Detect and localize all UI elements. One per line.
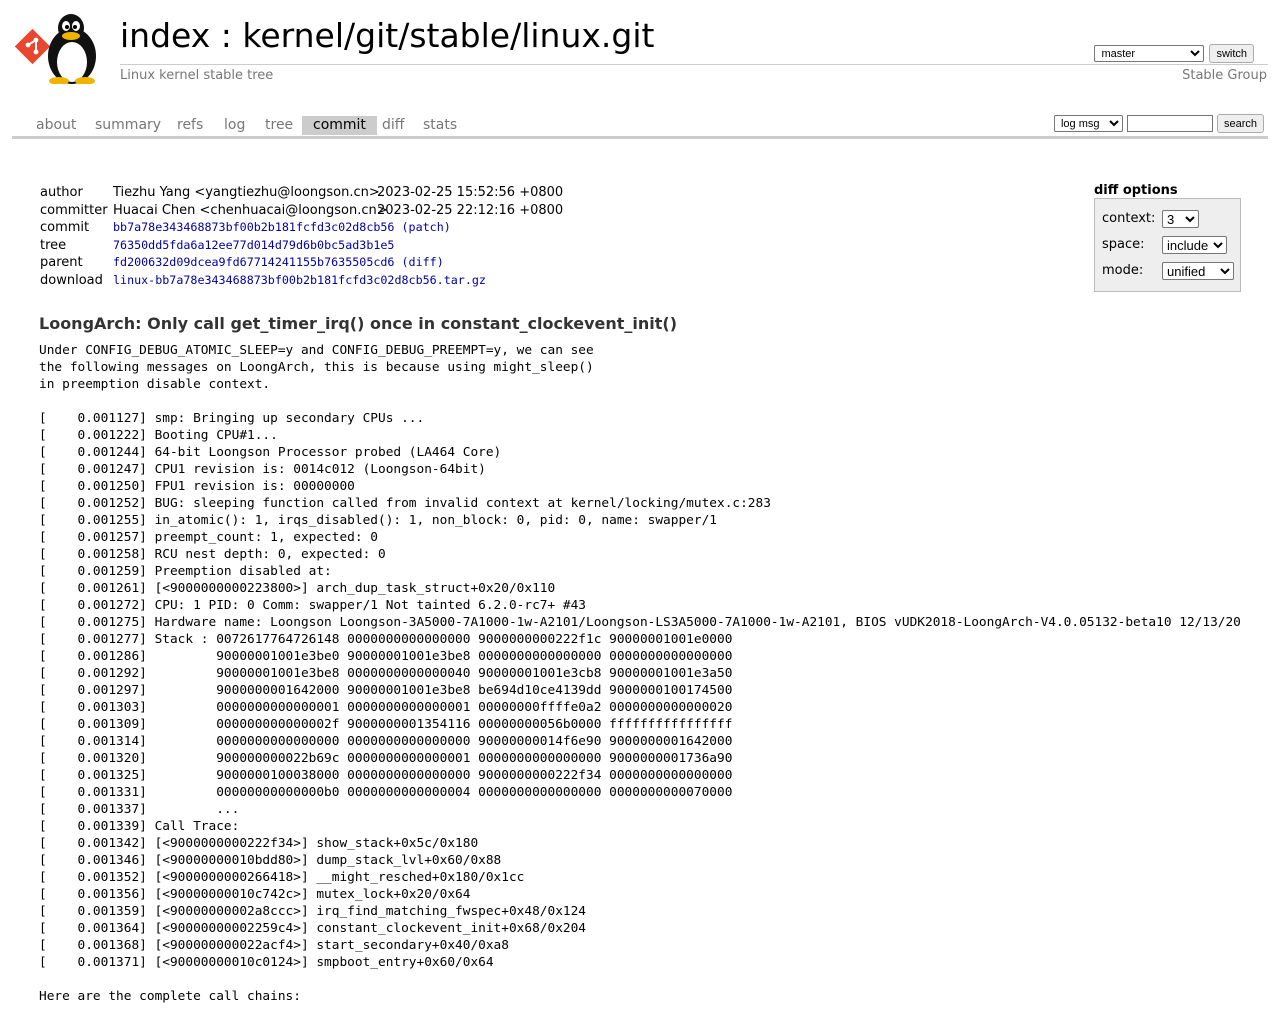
index-link[interactable]: index [120,16,210,55]
context-select[interactable]: 3 [1162,210,1199,228]
repo-description: Linux kernel stable tree [120,68,274,83]
diff-options-title: diff options [1094,183,1178,198]
cgit-tux-logo[interactable] [14,12,108,84]
commit-hash-link[interactable]: bb7a78e343468873bf00b2b181fcfd3c02d8cb56 [113,220,394,234]
search-form: log msg search [1053,114,1264,133]
tree-label: tree [40,237,67,253]
commit-hash-group: bb7a78e343468873bf00b2b181fcfd3c02d8cb56… [113,219,451,237]
download-group: linux-bb7a78e343468873bf00b2b181fcfd3c02… [113,272,486,290]
repo-link[interactable]: kernel/git/stable/linux.git [242,16,654,55]
committer-value: Huacai Chen <chenhuacai@loongson.cn> [113,202,388,218]
tab-stats[interactable]: stats [423,116,457,135]
tab-log[interactable]: log [224,116,245,135]
tree-hash-link[interactable]: 76350dd5fda6a12ee77d014d79d6b0bc5ad3b1e5 [113,238,394,252]
tab-tree[interactable]: tree [265,116,293,135]
commit-subject: LoongArch: Only call get_timer_irq() onc… [39,314,678,333]
parent-hash-group: fd200632d09dcea9fd67714241155b7635505cd6… [113,254,444,272]
mode-label: mode: [1102,263,1144,278]
tree-hash-group: 76350dd5fda6a12ee77d014d79d6b0bc5ad3b1e5 [113,237,394,255]
author-label: author [40,185,83,200]
mode-select[interactable]: unified [1162,262,1234,280]
commit-label: commit [40,220,90,236]
search-input[interactable] [1126,115,1213,132]
parent-label: parent [40,255,83,271]
header-divider [120,64,1268,65]
tab-summary[interactable]: summary [95,116,161,135]
tab-refs[interactable]: refs [177,116,203,135]
patch-link[interactable]: (patch) [402,220,451,234]
title-separator: : [220,16,232,55]
author-value: Tiezhu Yang <yangtiezhu@loongson.cn> [113,185,380,200]
tux-penguin-icon [48,14,96,84]
space-label: space: [1102,237,1145,252]
committer-date: 2023-02-25 22:12:16 +0800 [377,202,564,218]
diff-options-panel: context: 3 space: include mode: unified [1094,198,1241,292]
committer-label: committer [40,202,108,218]
repo-owner: Stable Group [1182,68,1267,83]
page-title: index : kernel/git/stable/linux.git [120,16,654,56]
tab-commit[interactable]: commit [302,116,377,135]
download-link[interactable]: linux-bb7a78e343468873bf00b2b181fcfd3c02… [113,273,486,287]
branch-select[interactable]: master [1094,45,1205,62]
search-button[interactable]: search [1216,114,1264,133]
space-select[interactable]: include [1162,236,1227,254]
search-mode-select[interactable]: log msg [1053,115,1123,132]
parent-diff-link[interactable]: (diff) [402,255,444,269]
commit-message: Under CONFIG_DEBUG_ATOMIC_SLEEP=y and CO… [39,343,1241,1004]
download-label: download [40,272,103,288]
author-date: 2023-02-25 15:52:56 +0800 [377,185,564,200]
git-logo-icon [14,28,51,65]
tab-diff[interactable]: diff [382,116,404,135]
branch-switch-form: master switch [1094,44,1254,63]
tab-about[interactable]: about [36,116,76,135]
switch-button[interactable]: switch [1209,44,1254,63]
context-label: context: [1102,211,1156,226]
parent-hash-link[interactable]: fd200632d09dcea9fd67714241155b7635505cd6 [113,255,394,269]
